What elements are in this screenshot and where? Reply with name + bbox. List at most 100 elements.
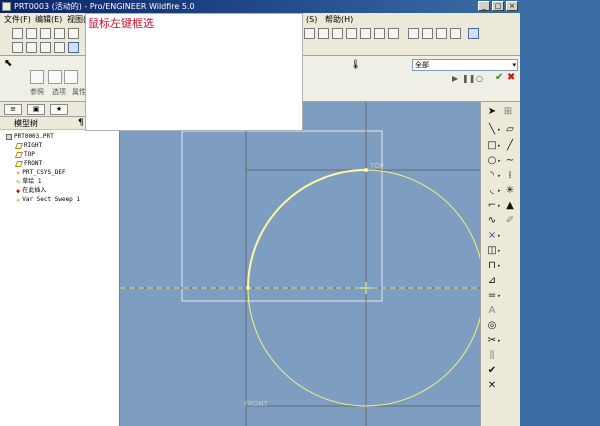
select-icon[interactable]: ⊞ — [501, 106, 515, 118]
palette-icon[interactable]: ▲ — [503, 200, 517, 212]
point-flyout-icon[interactable]: ▸ — [498, 230, 503, 242]
refit-icon[interactable] — [332, 28, 343, 39]
filter-select-value: 全部 — [415, 61, 429, 69]
tree-item-csys[interactable]: ⨯ PRT_CSYS_DEF — [16, 168, 66, 177]
open-file-icon[interactable] — [26, 28, 37, 39]
circle-icon[interactable]: ○ — [485, 155, 499, 167]
front-datum-label: FRONT — [244, 400, 269, 408]
top-datum-label: TOP — [369, 162, 384, 170]
datum-axis-tool-icon[interactable] — [26, 42, 37, 53]
rectangle-icon[interactable]: □ — [485, 140, 499, 152]
constraint-icon[interactable]: = — [485, 290, 499, 302]
tree-item-front[interactable]: FRONT — [14, 159, 42, 168]
sketch-graphics: TOP FRONT — [120, 102, 480, 426]
print-icon[interactable] — [54, 28, 65, 39]
tree-item-sketch[interactable]: ✎ 草绘 1 — [16, 177, 41, 186]
trim-icon[interactable]: ✂ — [485, 335, 499, 347]
chamfer-icon[interactable]: ⌐ — [485, 200, 499, 212]
desktop-background — [520, 0, 600, 426]
modify-icon[interactable]: ⊿ — [485, 275, 499, 287]
sweep-icon: ✳ — [16, 195, 21, 204]
datum-plane-tool-icon[interactable] — [12, 42, 23, 53]
tree-item-part[interactable]: PRT0003.PRT — [6, 132, 54, 141]
fillet-icon[interactable]: ◟ — [485, 185, 499, 197]
dimension-icon[interactable]: ⊓ — [485, 260, 499, 272]
model-tree-panel: ≡ ▣ ★ 模型树 ¶ PRT0003.PRT RIGHT TOP FRONT … — [0, 102, 120, 426]
shading-icon[interactable] — [450, 28, 461, 39]
zoom-out-icon[interactable] — [318, 28, 329, 39]
menu-sketch[interactable]: (S) — [306, 14, 317, 25]
email-icon[interactable] — [68, 28, 79, 39]
wireframe-icon[interactable] — [408, 28, 419, 39]
properties-label[interactable]: 属性 — [72, 87, 86, 97]
options-label[interactable]: 选项 — [52, 87, 66, 97]
close-window-button[interactable]: × — [506, 1, 518, 11]
properties-icon[interactable] — [64, 70, 78, 84]
filter-select[interactable]: 全部 ▾ — [412, 59, 518, 71]
coordinate-icon[interactable]: ◫ — [485, 245, 499, 257]
menu-file[interactable]: 文件(F) — [4, 14, 31, 25]
annotation-text: 鼠标左键框选 — [88, 17, 154, 30]
layers-icon[interactable] — [374, 28, 385, 39]
maximize-button[interactable]: □ — [492, 1, 504, 11]
wave-icon[interactable]: ∼ — [503, 155, 517, 167]
play-icon[interactable]: ▶ — [452, 73, 458, 85]
no-hidden-icon[interactable] — [436, 28, 447, 39]
options-icon[interactable] — [48, 70, 62, 84]
tab-folder-browser[interactable]: ▣ — [27, 104, 45, 115]
zoom-in-icon[interactable] — [304, 28, 315, 39]
dimension-flyout-icon[interactable]: ▸ — [498, 260, 503, 272]
save-icon[interactable] — [40, 28, 51, 39]
preview-icon[interactable]: ○ — [476, 73, 483, 85]
saved-views-icon[interactable] — [360, 28, 371, 39]
datum-plane-icon — [14, 142, 24, 149]
tree-item-insert-here[interactable]: ◆ 在此插入 — [16, 186, 46, 195]
hidden-line-icon[interactable] — [422, 28, 433, 39]
centerline-point-icon[interactable]: × — [485, 230, 499, 242]
csys-tool-icon[interactable] — [54, 42, 65, 53]
dashboard-pin-icon[interactable]: ⬉ — [4, 58, 12, 70]
minimize-button[interactable]: _ — [478, 1, 490, 11]
done-check-icon[interactable]: ✔ — [485, 365, 499, 377]
references-icon[interactable] — [30, 70, 44, 84]
title-bar: PRT0003 (活动的) - Pro/ENGINEER Wildfire 5.… — [0, 0, 520, 13]
window-controls: _ □ × — [478, 1, 518, 11]
new-file-icon[interactable] — [12, 28, 23, 39]
spline-icon[interactable]: ∿ — [485, 215, 499, 227]
parallelogram-icon[interactable]: ▱ — [503, 124, 517, 136]
tree-item-top[interactable]: TOP — [14, 150, 35, 159]
menu-edit[interactable]: 编辑(E) — [35, 14, 62, 25]
coordinate-flyout-icon[interactable]: ▸ — [498, 245, 503, 257]
sketch-tool-icon[interactable] — [68, 42, 79, 53]
datum-point-tool-icon[interactable] — [40, 42, 51, 53]
slash-icon[interactable]: ╱ — [503, 140, 517, 152]
tree-item-right[interactable]: RIGHT — [14, 141, 42, 150]
chevron-down-icon: ▾ — [512, 61, 516, 69]
pause-icon[interactable]: ❚❚ — [462, 73, 475, 85]
line-icon[interactable]: ╲ — [485, 124, 499, 136]
brush-icon[interactable]: ✐ — [503, 215, 517, 227]
tab-model-tree[interactable]: ≡ — [4, 104, 22, 115]
tree-item-var-sect-sweep[interactable]: ✳ Var Sect Sweep 1 — [16, 195, 80, 204]
select-arrow-icon[interactable]: ➤ — [485, 106, 499, 118]
graphics-canvas[interactable]: TOP FRONT — [120, 102, 480, 426]
tree-settings-icon[interactable]: ¶ — [78, 118, 84, 128]
menu-help[interactable]: 帮助(H) — [325, 14, 353, 25]
trim-flyout-icon[interactable]: ▸ — [498, 335, 503, 347]
apply-check-icon[interactable]: ✔ — [495, 72, 503, 84]
tab-favorites[interactable]: ★ — [50, 104, 68, 115]
point-icon[interactable]: ✳ — [503, 185, 517, 197]
insert-here-icon: ◆ — [16, 186, 21, 195]
mirror-icon[interactable]: ⫼ — [485, 350, 499, 362]
cancel-x-icon[interactable]: ✖ — [507, 72, 515, 84]
cancel-sketch-icon[interactable]: ✕ — [485, 380, 499, 392]
reorient-icon[interactable] — [346, 28, 357, 39]
text-icon[interactable]: A — [485, 305, 499, 317]
constraint-flyout-icon[interactable]: ▸ — [498, 290, 503, 302]
conic-icon[interactable]: ⁞ — [503, 170, 517, 182]
help-icon[interactable] — [468, 28, 479, 39]
arc-icon[interactable]: ◝ — [485, 170, 499, 182]
references-label[interactable]: 参照 — [30, 87, 44, 97]
view-manager-icon[interactable] — [388, 28, 399, 39]
sketch-palette-icon[interactable]: ◎ — [485, 320, 499, 332]
